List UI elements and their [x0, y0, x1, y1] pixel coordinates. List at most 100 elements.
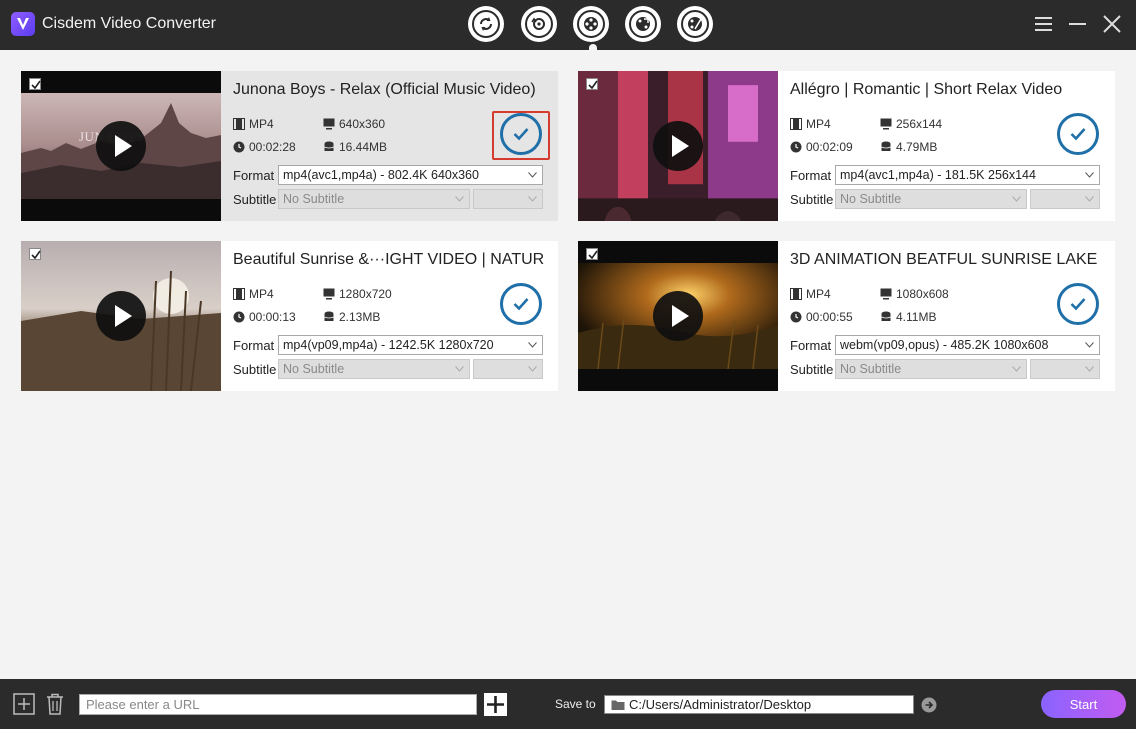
container-format: MP4	[233, 287, 274, 301]
play-icon	[672, 305, 689, 327]
done-check-button[interactable]	[1057, 283, 1099, 325]
format-select[interactable]: mp4(vp09,mp4a) - 1242.5K 1280x720	[278, 335, 543, 355]
save-to-label: Save to	[555, 697, 596, 711]
checkmark-icon	[588, 80, 598, 90]
video-title: Beautiful Sunrise &···IGHT VIDEO | NATUR…	[233, 251, 545, 268]
film-reel-icon	[584, 17, 598, 31]
format-select[interactable]: mp4(avc1,mp4a) - 802.4K 640x360	[278, 165, 543, 185]
trash-icon[interactable]	[45, 693, 65, 715]
tab-download[interactable]	[573, 6, 609, 42]
subtitle-select[interactable]: No Subtitle	[835, 189, 1027, 209]
format-label: Format	[233, 168, 275, 183]
close-icon	[1103, 15, 1121, 33]
container-format: MP4	[790, 287, 831, 301]
clock-icon	[790, 311, 802, 323]
format-select[interactable]: webm(vp09,opus) - 485.2K 1080x608	[835, 335, 1100, 355]
subtitle-extra-select[interactable]	[1030, 189, 1100, 209]
folder-icon	[611, 700, 625, 710]
done-check-button[interactable]	[500, 113, 542, 155]
app-title: Cisdem Video Converter	[42, 15, 217, 32]
disc-convert-icon	[531, 17, 545, 30]
select-checkbox[interactable]	[29, 78, 41, 90]
video-card[interactable]: Allégro | Romantic | Short Relax Video M…	[578, 71, 1115, 221]
film-icon	[790, 288, 802, 300]
play-button[interactable]	[96, 121, 146, 171]
subtitle-select[interactable]: No Subtitle	[278, 189, 470, 209]
format-label: Format	[233, 338, 275, 353]
subtitle-select[interactable]: No Subtitle	[278, 359, 470, 379]
active-tab-indicator	[589, 44, 597, 50]
url-input[interactable]	[79, 694, 477, 715]
tab-rip[interactable]	[521, 6, 557, 42]
minimize-button[interactable]	[1066, 12, 1090, 36]
clock-icon	[233, 311, 245, 323]
done-check-button[interactable]	[1057, 113, 1099, 155]
subtitle-extra-select[interactable]	[473, 189, 543, 209]
video-card[interactable]: 3D ANIMATION BEATFUL SUNRISE LAKE MP4 10…	[578, 241, 1115, 391]
play-button[interactable]	[653, 121, 703, 171]
resolution: 1280x720	[323, 287, 392, 301]
open-folder-arrow-icon[interactable]	[921, 697, 937, 713]
database-icon	[324, 141, 334, 151]
save-path-field[interactable]: C:/Users/Administrator/Desktop	[604, 695, 914, 714]
tab-convert[interactable]	[468, 6, 504, 42]
container-format: MP4	[790, 117, 831, 131]
subtitle-label: Subtitle	[233, 192, 277, 207]
film-reel-compress-icon	[636, 17, 650, 31]
monitor-icon	[323, 288, 335, 300]
format-select[interactable]: mp4(avc1,mp4a) - 181.5K 256x144	[835, 165, 1100, 185]
start-button[interactable]: Start	[1041, 690, 1126, 718]
chevron-down-icon	[528, 172, 537, 178]
chevron-down-icon	[528, 196, 537, 202]
select-checkbox[interactable]	[586, 248, 598, 260]
resolution: 640x360	[323, 117, 385, 131]
film-icon	[233, 288, 245, 300]
database-icon	[881, 311, 891, 321]
database-icon	[881, 141, 891, 151]
select-checkbox[interactable]	[29, 248, 41, 260]
duration: 00:02:28	[233, 140, 296, 154]
chevron-down-icon	[1012, 366, 1021, 372]
checkmark-icon	[31, 80, 41, 90]
monitor-icon	[880, 118, 892, 130]
menu-button[interactable]	[1032, 12, 1056, 36]
tab-compress[interactable]	[625, 6, 661, 42]
subtitle-label: Subtitle	[233, 362, 277, 377]
subtitle-label: Subtitle	[790, 362, 834, 377]
film-reel-edit-icon	[688, 17, 702, 31]
subtitle-extra-select[interactable]	[1030, 359, 1100, 379]
minimize-icon	[1069, 23, 1086, 25]
file-size: 4.79MB	[880, 140, 937, 154]
chevron-down-icon	[528, 342, 537, 348]
chevron-down-icon	[1085, 342, 1094, 348]
subtitle-extra-select[interactable]	[473, 359, 543, 379]
close-button[interactable]	[1100, 12, 1124, 36]
video-thumbnail[interactable]: JUN BOYS	[21, 71, 221, 221]
tab-edit[interactable]	[677, 6, 713, 42]
checkmark-icon	[588, 250, 598, 260]
subtitle-select[interactable]: No Subtitle	[835, 359, 1027, 379]
video-card[interactable]: JUN BOYS Junona Boys - Relax (Official M…	[21, 71, 558, 221]
video-thumbnail[interactable]	[578, 241, 778, 391]
select-checkbox[interactable]	[586, 78, 598, 90]
done-check-button[interactable]	[500, 283, 542, 325]
file-size: 4.11MB	[880, 310, 936, 324]
chevron-down-icon	[1085, 196, 1094, 202]
check-circle-icon	[513, 128, 529, 141]
checkmark-icon	[31, 250, 41, 260]
check-circle-icon	[513, 298, 529, 311]
video-card[interactable]: Beautiful Sunrise &···IGHT VIDEO | NATUR…	[21, 241, 558, 391]
play-button[interactable]	[96, 291, 146, 341]
play-button[interactable]	[653, 291, 703, 341]
container-format: MP4	[233, 117, 274, 131]
app-logo-icon	[11, 12, 35, 36]
check-circle-icon	[1070, 298, 1086, 311]
add-url-button[interactable]	[484, 693, 507, 716]
monitor-icon	[323, 118, 335, 130]
file-size: 16.44MB	[323, 140, 387, 154]
video-thumbnail[interactable]	[578, 71, 778, 221]
title-bar: Cisdem Video Converter	[0, 0, 1136, 50]
video-thumbnail[interactable]	[21, 241, 221, 391]
add-file-icon[interactable]	[13, 693, 35, 715]
bottom-bar: Save to C:/Users/Administrator/Desktop S…	[0, 679, 1136, 729]
